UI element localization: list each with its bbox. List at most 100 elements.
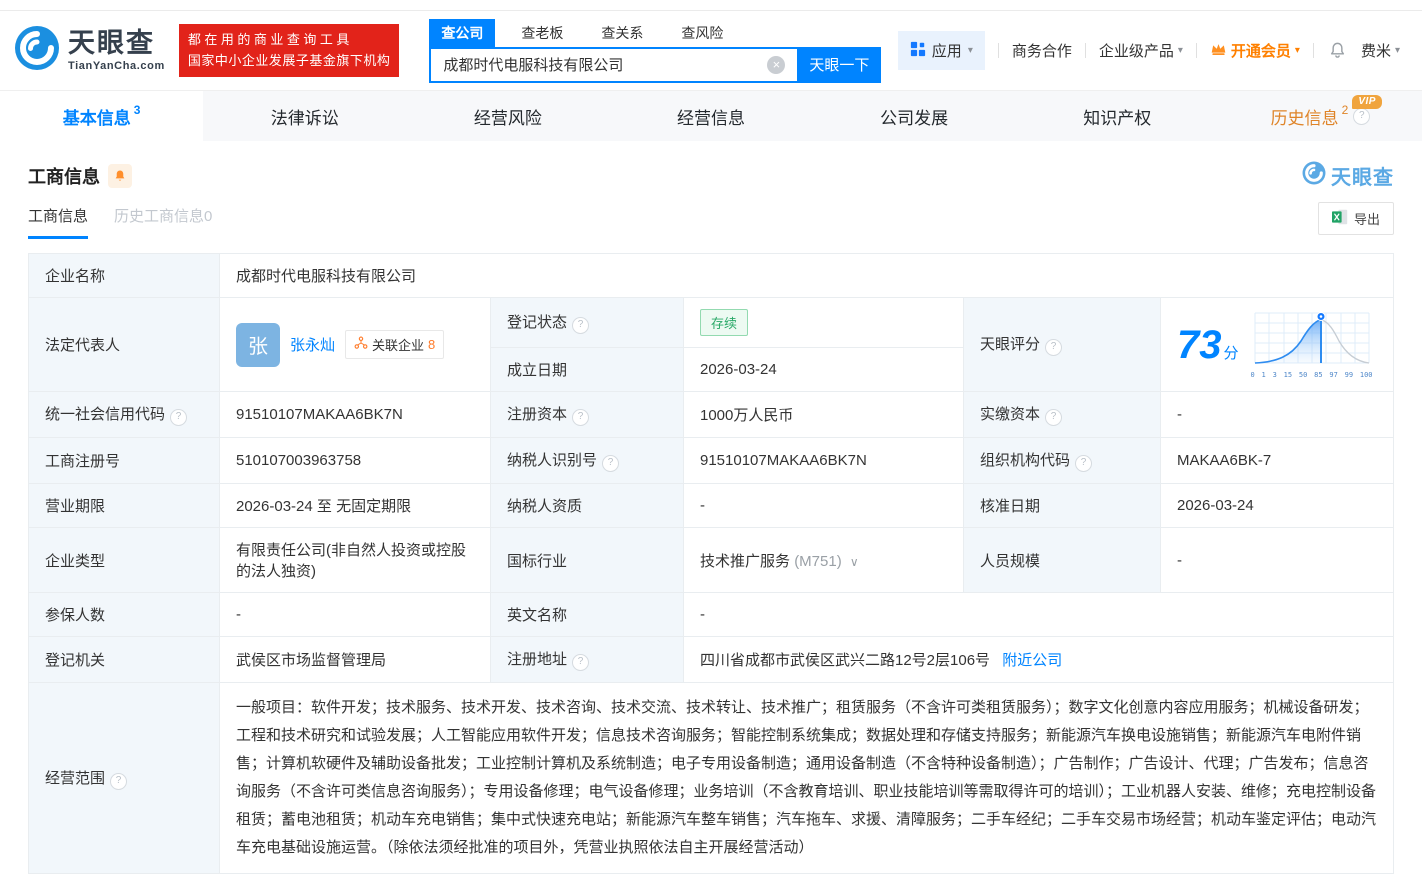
open-vip-button[interactable]: 开通会员 ▾ (1210, 40, 1300, 61)
search-input[interactable] (429, 46, 798, 83)
field-label: 统一社会信用代码? (28, 391, 220, 438)
tab-legal-proceedings[interactable]: 法律诉讼 (203, 91, 406, 141)
tianyancha-watermark-icon (1302, 161, 1326, 190)
monitor-bell-icon[interactable] (108, 163, 132, 188)
divider (1312, 43, 1314, 58)
score-axis: 0 1 3 15 50 85 97 99 100 (1251, 371, 1373, 379)
watermark-logo: 天眼查 (1302, 161, 1394, 190)
tab-label: 公司发展 (880, 108, 949, 128)
tab-operation-info[interactable]: 经营信息 (609, 91, 812, 141)
table-row: 营业期限 2026-03-24 至 无固定期限 纳税人资质 - 核准日期 202… (28, 483, 1394, 528)
status-badge: 存续 (700, 309, 749, 336)
legal-rep-cell: 张 张永灿 关联企业 8 (219, 297, 491, 392)
user-name: 费米 (1360, 43, 1391, 60)
tab-label: 经营信息 (676, 108, 745, 128)
divider (1195, 43, 1197, 58)
table-row: 经营范围? 一般项目：软件开发；技术服务、技术开发、技术咨询、技术交流、技术转让… (28, 682, 1394, 874)
apps-button[interactable]: 应用 ▾ (897, 31, 985, 70)
tab-basic-info[interactable]: 基本信息 3 (0, 91, 204, 141)
reg-authority-value: 武侯区市场监督管理局 (219, 636, 491, 683)
tab-company-development[interactable]: 公司发展 (813, 91, 1016, 141)
taxpayer-id-value: 91510107MAKAA6BK7N (683, 437, 964, 484)
table-row: 企业名称 成都时代电服科技有限公司 (28, 253, 1394, 298)
axis-tick: 97 (1329, 370, 1338, 379)
field-label: 注册地址? (490, 636, 684, 683)
tab-intellectual-property[interactable]: 知识产权 (1016, 91, 1219, 141)
header: 天眼查 TianYanCha.com 都在用的商业查询工具 国家中小企业发展子基… (0, 11, 1422, 90)
paid-capital-value: - (1160, 391, 1394, 438)
axis-tick: 99 (1344, 370, 1354, 379)
field-label: 登记状态? (490, 297, 684, 348)
search-tab-relation[interactable]: 查关系 (589, 19, 655, 47)
field-label: 核准日期 (963, 483, 1161, 528)
divider (997, 43, 999, 58)
search-tab-boss[interactable]: 查老板 (509, 19, 575, 47)
nearby-companies-link[interactable]: 附近公司 (1002, 652, 1062, 669)
help-icon[interactable]: ? (170, 409, 188, 426)
score-number: 73 (1177, 322, 1222, 367)
related-companies-badge[interactable]: 关联企业 8 (345, 330, 445, 359)
field-label-text: 经营范围 (45, 769, 106, 787)
tab-label: 经营风险 (473, 108, 542, 128)
help-icon[interactable]: ? (1075, 455, 1093, 472)
clear-search-icon[interactable]: × (767, 55, 786, 74)
field-label: 国标行业 (490, 527, 684, 593)
tab-operation-risk[interactable]: 经营风险 (406, 91, 609, 141)
axis-tick: 3 (1272, 370, 1277, 379)
score-unit: 分 (1223, 344, 1239, 362)
credit-code-value: 91510107MAKAA6BK7N (219, 391, 491, 438)
help-icon[interactable]: ? (602, 455, 620, 472)
industry-cell[interactable]: 技术推广服务 (M751) ∨ (683, 527, 964, 593)
industry-value: 技术推广服务 (700, 552, 791, 570)
search-button[interactable]: 天眼一下 (797, 46, 882, 83)
axis-tick: 100 (1359, 370, 1373, 379)
field-label-text: 注册地址 (507, 651, 568, 668)
help-icon[interactable]: ? (1045, 339, 1063, 356)
field-label: 工商注册号 (28, 437, 220, 484)
enterprise-products-link[interactable]: 企业级产品 ▾ (1099, 40, 1183, 61)
related-companies-label: 关联企业 (372, 338, 425, 353)
apps-label: 应用 (931, 43, 962, 60)
score-cell: 73 分 0 1 3 15 50 85 97 99 100 (1160, 297, 1394, 392)
help-icon[interactable]: ? (572, 317, 590, 334)
help-icon[interactable]: ? (1353, 107, 1371, 125)
field-label: 参保人数 (28, 592, 220, 637)
subtab-business-info[interactable]: 工商信息 (28, 205, 89, 239)
promo-line-1: 都在用的商业查询工具 (187, 32, 353, 48)
tianyancha-logo[interactable]: 天眼查 TianYanCha.com (14, 25, 165, 76)
page-top-strip (0, 0, 1422, 11)
avatar[interactable]: 张 (236, 322, 280, 367)
tianyancha-logo-icon (14, 25, 60, 76)
field-label: 法定代表人 (28, 297, 220, 392)
staff-size-value: - (1160, 527, 1394, 593)
help-icon[interactable]: ? (110, 772, 128, 790)
reg-status-cell: 存续 (683, 297, 964, 348)
excel-icon (1331, 209, 1348, 228)
legal-rep-link[interactable]: 张永灿 (290, 334, 335, 355)
field-label: 经营范围? (28, 682, 220, 874)
apps-grid-icon (910, 41, 926, 61)
insured-count-value: - (219, 592, 491, 637)
field-label: 营业期限 (28, 483, 220, 528)
business-cooperation-link[interactable]: 商务合作 (1012, 40, 1072, 61)
notification-bell-icon[interactable] (1328, 41, 1347, 60)
chevron-down-icon: ∨ (849, 554, 859, 569)
search-tab-company[interactable]: 查公司 (429, 18, 496, 47)
field-label: 登记机关 (28, 636, 220, 683)
business-term-value: 2026-03-24 至 无固定期限 (219, 483, 491, 528)
help-icon[interactable]: ? (572, 654, 590, 671)
user-menu[interactable]: 费米 ▾ (1361, 40, 1400, 61)
table-row: 登记机关 武侯区市场监督管理局 注册地址? 四川省成都市武侯区武兴二路12号2层… (28, 636, 1394, 683)
help-icon[interactable]: ? (572, 409, 590, 426)
reg-address-value: 四川省成都市武侯区武兴二路12号2层106号 (700, 652, 991, 669)
search-tab-risk[interactable]: 查风险 (669, 19, 735, 47)
english-name-value: - (683, 592, 1394, 637)
table-row: 法定代表人 张 张永灿 关联企业 8 登记状态 ? 存续 天眼评分 ? 73 分… (28, 297, 1394, 392)
help-icon[interactable]: ? (1045, 409, 1063, 426)
tab-history-info[interactable]: VIP 历史信息 2 ? (1219, 91, 1422, 141)
field-label: 注册资本? (490, 391, 684, 438)
axis-tick: 15 (1283, 370, 1293, 379)
export-button[interactable]: 导出 (1317, 202, 1394, 235)
subtab-history-business-info[interactable]: 历史工商信息0 (114, 205, 212, 239)
reg-number-value: 510107003963758 (219, 437, 491, 484)
